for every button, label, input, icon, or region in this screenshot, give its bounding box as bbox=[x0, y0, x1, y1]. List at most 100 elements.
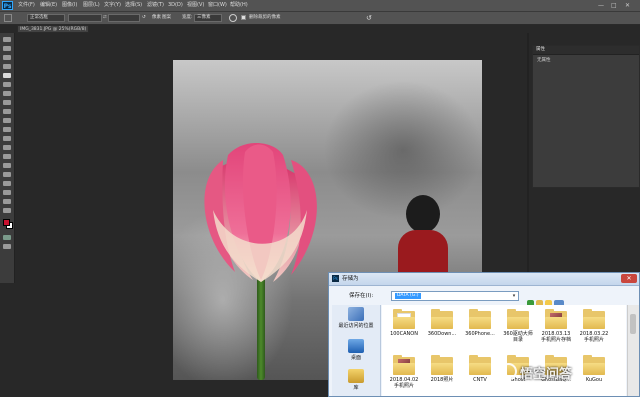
chevron-down-icon[interactable]: ▾ bbox=[510, 292, 518, 300]
file-item[interactable]: 2018照片 bbox=[424, 355, 460, 383]
menu-file[interactable]: 文件(F) bbox=[18, 1, 35, 10]
desktop-icon bbox=[348, 339, 364, 353]
menu-bar: Ps 文件(F) 编辑(E) 图像(I) 图层(L) 文字(Y) 选择(S) 滤… bbox=[0, 0, 640, 12]
dialog-close-button[interactable]: ✕ bbox=[621, 274, 637, 283]
menu-help[interactable]: 帮助(H) bbox=[230, 1, 248, 10]
brush-tool-icon[interactable] bbox=[3, 100, 11, 105]
options-bar: 正常选框 ⇄ ↺ 像素 图案 宽度: 三像素 删除裁剪的像素 ↺ bbox=[0, 12, 640, 25]
maximize-button[interactable]: □ bbox=[611, 1, 617, 10]
file-list-scrollbar[interactable] bbox=[627, 305, 639, 396]
crop-tool-icon[interactable] bbox=[4, 14, 12, 22]
place-libraries[interactable]: 库 bbox=[332, 369, 380, 391]
folder-icon bbox=[393, 309, 415, 329]
move-tool-icon[interactable] bbox=[3, 37, 11, 42]
menu-type[interactable]: 文字(Y) bbox=[104, 1, 121, 10]
place-label: 桌面 bbox=[350, 355, 361, 361]
file-name-line2: 手机照片存档 bbox=[540, 337, 571, 343]
place-recent[interactable]: 最近访问的位置 bbox=[332, 307, 380, 329]
photoshop-small-icon: Ps bbox=[332, 275, 339, 282]
file-list: 100CANON 360Down... 360Phone... 360驱动大师 目录 20… bbox=[382, 305, 626, 396]
recent-places-icon bbox=[348, 307, 364, 321]
watermark: 悟空问答 bbox=[520, 367, 573, 382]
close-window-button[interactable]: ✕ bbox=[625, 1, 630, 10]
zoom-tool-icon[interactable] bbox=[3, 208, 11, 213]
hand-tool-icon[interactable] bbox=[3, 199, 11, 204]
quick-select-tool-icon[interactable] bbox=[3, 64, 11, 69]
menu-edit[interactable]: 编辑(E) bbox=[40, 1, 57, 10]
gradient-tool-icon[interactable] bbox=[3, 136, 11, 141]
history-brush-tool-icon[interactable] bbox=[3, 118, 11, 123]
folder-icon bbox=[583, 355, 605, 375]
screen-mode-icon[interactable] bbox=[3, 244, 11, 249]
save-as-dialog: Ps 存储为 ✕ 保存在(I): DATA (G:) ▾ 最近访问的位置 桌面 … bbox=[328, 272, 640, 397]
file-name: 360Down... bbox=[427, 331, 457, 337]
save-in-dropdown[interactable]: DATA (G:) ▾ bbox=[391, 291, 519, 301]
place-label: 库 bbox=[353, 385, 359, 391]
ratio-select[interactable]: 正常选框 bbox=[27, 14, 65, 22]
delete-cropped-label: 删除裁剪的像素 bbox=[249, 15, 281, 20]
minimize-button[interactable]: — bbox=[598, 1, 604, 10]
unit-label: 像素 bbox=[152, 15, 161, 20]
lasso-tool-icon[interactable] bbox=[3, 55, 11, 60]
save-in-value: DATA (G:) bbox=[395, 293, 421, 299]
file-item[interactable]: 2018.04.02 手机照片 bbox=[386, 355, 422, 389]
folder-icon bbox=[507, 309, 529, 329]
view-label: 宽度: bbox=[182, 15, 193, 20]
folder-icon bbox=[469, 309, 491, 329]
shape-tool-icon[interactable] bbox=[3, 190, 11, 195]
type-tool-icon[interactable] bbox=[3, 172, 11, 177]
file-item[interactable]: 360Phone... bbox=[462, 309, 498, 337]
folder-icon bbox=[469, 355, 491, 375]
healing-tool-icon[interactable] bbox=[3, 91, 11, 96]
swap-icon[interactable]: ⇄ bbox=[103, 14, 107, 22]
dodge-tool-icon[interactable] bbox=[3, 154, 11, 159]
delete-cropped-checkbox[interactable] bbox=[241, 15, 246, 20]
properties-subtitle: 无属性 bbox=[537, 58, 551, 63]
folder-icon bbox=[393, 355, 415, 375]
menu-window[interactable]: 窗口(W) bbox=[208, 1, 227, 10]
eyedropper-tool-icon[interactable] bbox=[3, 82, 11, 87]
file-item[interactable]: CNTV bbox=[462, 355, 498, 383]
places-bar: 最近访问的位置 桌面 库 bbox=[332, 305, 381, 396]
folder-icon bbox=[431, 309, 453, 329]
path-select-tool-icon[interactable] bbox=[3, 181, 11, 186]
menu-image[interactable]: 图像(I) bbox=[62, 1, 77, 10]
file-item[interactable]: 2018.03.22 手机照片 bbox=[576, 309, 612, 343]
reset-icon[interactable]: ↺ bbox=[366, 14, 372, 22]
blur-tool-icon[interactable] bbox=[3, 145, 11, 150]
menu-view[interactable]: 视图(V) bbox=[187, 1, 204, 10]
settings-icon[interactable] bbox=[229, 14, 237, 22]
document-tab[interactable]: IMG_3831.JPG @ 25%(RGB/8) bbox=[17, 25, 89, 33]
scrollbar-thumb[interactable] bbox=[630, 314, 636, 334]
file-name: 2018照片 bbox=[430, 377, 454, 383]
menu-layer[interactable]: 图层(L) bbox=[83, 1, 100, 10]
menu-3d[interactable]: 3D(D) bbox=[168, 1, 183, 10]
dialog-titlebar: Ps 存储为 ✕ bbox=[329, 273, 639, 286]
crop-tool-active-icon[interactable] bbox=[3, 73, 11, 78]
file-item[interactable]: 360驱动大师 目录 bbox=[500, 309, 536, 343]
file-name: 100CANON bbox=[390, 331, 418, 337]
height-field[interactable] bbox=[108, 14, 140, 22]
clone-stamp-tool-icon[interactable] bbox=[3, 109, 11, 114]
pixel-label: 图案 bbox=[162, 15, 171, 20]
foreground-color-swatch[interactable] bbox=[3, 219, 10, 226]
place-desktop[interactable]: 桌面 bbox=[332, 339, 380, 361]
overlay-select[interactable]: 三像素 bbox=[194, 14, 222, 22]
file-name: KuGou bbox=[585, 377, 603, 383]
marquee-tool-icon[interactable] bbox=[3, 46, 11, 51]
file-item[interactable]: 360Down... bbox=[424, 309, 460, 337]
menu-select[interactable]: 选择(S) bbox=[125, 1, 142, 10]
file-item[interactable]: 2018.03.13 手机照片存档 bbox=[538, 309, 574, 343]
folder-icon bbox=[431, 355, 453, 375]
pen-tool-icon[interactable] bbox=[3, 163, 11, 168]
file-name: CNTV bbox=[473, 377, 487, 383]
clear-icon[interactable]: ↺ bbox=[142, 14, 146, 22]
eraser-tool-icon[interactable] bbox=[3, 127, 11, 132]
quick-mask-icon[interactable] bbox=[3, 235, 11, 240]
libraries-icon bbox=[348, 369, 364, 383]
menu-filter[interactable]: 滤镜(T) bbox=[147, 1, 164, 10]
width-field[interactable] bbox=[68, 14, 102, 22]
file-item[interactable]: 100CANON bbox=[386, 309, 422, 337]
folder-icon bbox=[583, 309, 605, 329]
file-item[interactable]: KuGou bbox=[576, 355, 612, 383]
